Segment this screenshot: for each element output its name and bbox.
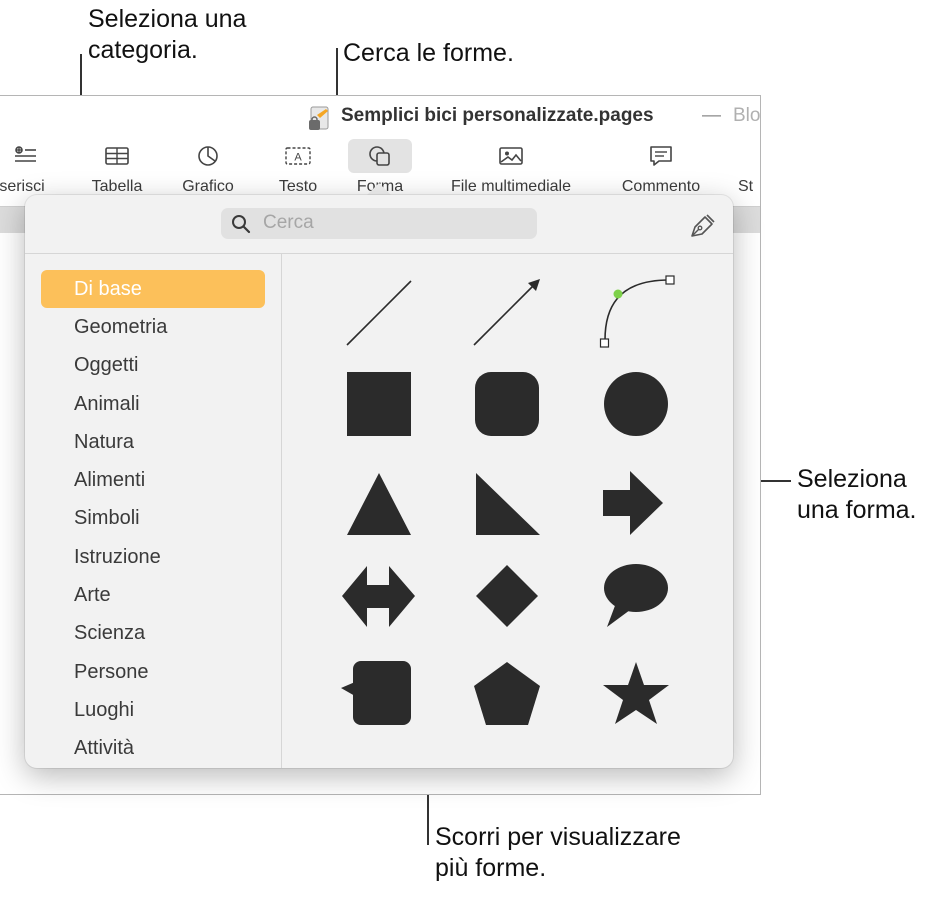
callout-search-shapes: Cerca le forme. — [343, 38, 514, 69]
toolbar-text-label: Testo — [278, 178, 318, 195]
shape-rounded-square[interactable] — [456, 361, 556, 446]
star-shape-icon — [603, 662, 669, 724]
callout-scroll-line2: più forme. — [435, 854, 547, 882]
callout-category-line2: categoria. — [88, 36, 198, 64]
toolbar-chart-label: Grafico — [182, 178, 234, 195]
shape-star[interactable] — [586, 650, 686, 735]
category-item-natura[interactable]: Natura — [41, 423, 265, 461]
callout-scroll-line1: Scorri per visualizzare — [435, 823, 681, 851]
text-box-icon: A — [285, 147, 311, 165]
shape-square[interactable] — [327, 361, 427, 446]
title-separator: — — [702, 105, 721, 126]
shape-icon — [369, 146, 390, 166]
search-input[interactable] — [263, 211, 523, 235]
shape-diamond[interactable] — [456, 553, 556, 638]
category-item-alimenti[interactable]: Alimenti — [41, 461, 265, 499]
shape-arrow[interactable] — [586, 460, 686, 545]
category-list: Di base Geometria Oggetti Animali Natura… — [41, 270, 265, 768]
shape-callout-square[interactable] — [327, 650, 427, 735]
comment-icon — [650, 146, 672, 166]
category-item-istruzione[interactable]: Istruzione — [41, 538, 265, 576]
curve-shape-icon — [599, 275, 675, 348]
callout-shape-line2: una forma. — [797, 496, 917, 524]
speech-bubble-shape-icon — [604, 564, 668, 627]
toolbar-comment-button[interactable]: Commento — [613, 144, 709, 196]
arrow-line-shape-icon — [473, 279, 540, 346]
shape-grid — [325, 270, 725, 740]
callout-select-category: Seleziona una categoria. — [88, 4, 246, 66]
shape-pentagon[interactable] — [456, 650, 556, 735]
callout-category-line1: Seleziona una — [88, 5, 247, 33]
diamond-shape-icon — [476, 565, 538, 627]
square-shape-icon — [347, 372, 411, 436]
table-icon — [105, 147, 129, 165]
category-item-di-base[interactable]: Di base — [41, 270, 265, 308]
title-truncated-text: Blo — [733, 105, 761, 126]
toolbar-media-button[interactable]: File multimediale — [438, 144, 584, 196]
rounded-square-shape-icon — [475, 372, 539, 436]
title-bar: Semplici bici personalizzate.pages — Blo — [0, 96, 760, 138]
pentagon-shape-icon — [474, 662, 540, 725]
svg-text:A: A — [294, 152, 302, 164]
pen-tool-icon[interactable] — [688, 213, 716, 239]
shape-arrow-line[interactable] — [456, 270, 556, 355]
callout-scroll-more: Scorri per visualizzare più forme. — [435, 822, 681, 884]
triangle-shape-icon — [347, 473, 411, 535]
shape-curve[interactable] — [586, 270, 686, 355]
arrow-shape-icon — [603, 471, 663, 535]
category-item-luoghi[interactable]: Luoghi — [41, 691, 265, 729]
toolbar-chart-button[interactable]: Grafico — [172, 144, 244, 196]
right-triangle-shape-icon — [476, 473, 540, 535]
toolbar-comment-label: Commento — [621, 178, 701, 195]
circle-shape-icon — [604, 372, 668, 436]
category-item-animali[interactable]: Animali — [41, 385, 265, 423]
header-divider — [25, 253, 733, 254]
media-icon — [499, 147, 523, 165]
toolbar-media-label: File multimediale — [450, 178, 572, 195]
callout-shape-line1: Seleziona — [797, 465, 907, 493]
category-item-arte[interactable]: Arte — [41, 576, 265, 614]
category-item-attivita[interactable]: Attività — [41, 729, 265, 767]
shape-speech-bubble[interactable] — [586, 553, 686, 638]
callout-square-shape-icon — [341, 661, 411, 725]
shape-line[interactable] — [327, 270, 427, 355]
toolbar-text-button[interactable]: A Testo — [268, 144, 328, 196]
toolbar-share-button[interactable]: St — [738, 144, 768, 196]
toolbar-share-label: St — [738, 178, 754, 195]
insert-icon — [15, 146, 36, 162]
toolbar-table-button[interactable]: Tabella — [82, 144, 152, 196]
line-shape-icon — [346, 280, 412, 346]
callout-select-shape: Seleziona una forma. — [797, 464, 917, 526]
category-item-geometria[interactable]: Geometria — [41, 308, 265, 346]
shape-triangle[interactable] — [327, 460, 427, 545]
shapes-popover: Di base Geometria Oggetti Animali Natura… — [25, 195, 733, 768]
category-item-simboli[interactable]: Simboli — [41, 499, 265, 537]
callout-search-text: Cerca le forme. — [343, 39, 514, 67]
toolbar-insert-button[interactable]: serisci — [0, 144, 48, 196]
document-icon — [309, 106, 329, 130]
shape-right-triangle[interactable] — [456, 460, 556, 545]
double-arrow-shape-icon — [342, 566, 415, 627]
category-item-persone[interactable]: Persone — [41, 653, 265, 691]
sidebar-divider — [281, 254, 282, 768]
search-icon — [232, 215, 251, 234]
toolbar-insert-label: serisci — [0, 178, 45, 195]
toolbar-table-label: Tabella — [91, 178, 143, 195]
shape-circle[interactable] — [586, 361, 686, 446]
document-title: Semplici bici personalizzate.pages — [341, 105, 654, 126]
shape-search-field[interactable] — [221, 208, 537, 239]
category-item-oggetti[interactable]: Oggetti — [41, 346, 265, 384]
chart-icon — [198, 146, 218, 166]
shape-double-arrow[interactable] — [327, 553, 427, 638]
category-item-scienza[interactable]: Scienza — [41, 614, 265, 652]
